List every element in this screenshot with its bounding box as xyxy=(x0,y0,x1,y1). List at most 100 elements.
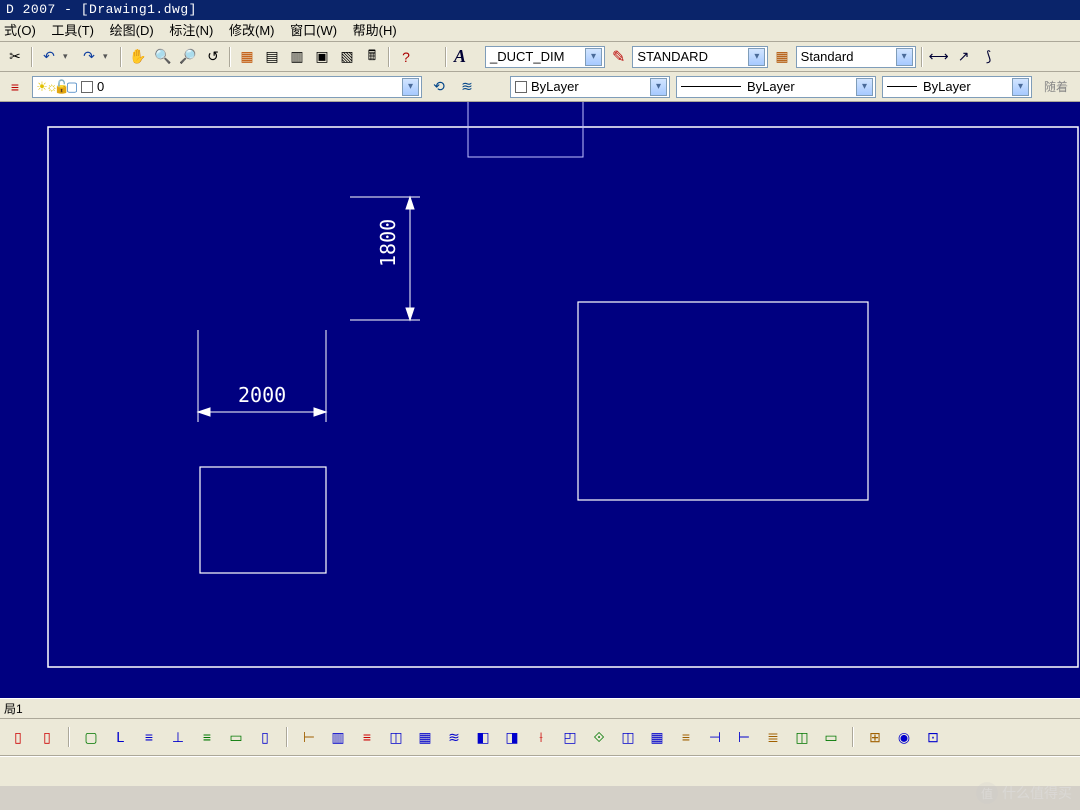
menu-bar: 式(O) 工具(T) 绘图(D) 标注(N) 修改(M) 窗口(W) 帮助(H) xyxy=(0,20,1080,42)
dim-linear-icon[interactable]: ⟷ xyxy=(928,46,950,68)
tool-palette-icon[interactable]: ▥ xyxy=(286,46,308,68)
hvac-icon-14[interactable]: ▦ xyxy=(415,727,435,747)
menu-format[interactable]: 式(O) xyxy=(4,23,36,38)
linetype-sample xyxy=(681,86,741,87)
separator xyxy=(388,47,390,67)
chevron-down-icon[interactable]: ▾ xyxy=(748,48,765,66)
chevron-down-icon[interactable]: ▾ xyxy=(856,78,873,96)
chevron-down-icon[interactable]: ▾ xyxy=(896,48,913,66)
cut-icon[interactable]: ✂ xyxy=(4,46,26,68)
linetype-combo[interactable]: ByLayer ▾ xyxy=(676,76,876,98)
dimension-vertical-text: 1800 xyxy=(376,219,400,267)
hvac-icon-1[interactable]: ▯ xyxy=(8,727,28,747)
separator xyxy=(921,47,923,67)
zoom-realtime-icon[interactable]: 🔍 xyxy=(152,46,174,68)
hvac-icon-30[interactable]: ◉ xyxy=(894,727,914,747)
hvac-icon-22[interactable]: ▦ xyxy=(647,727,667,747)
undo-dropdown-icon[interactable]: ▾ xyxy=(63,51,75,62)
plotstyle-label: 随着 xyxy=(1038,78,1074,95)
layer-combo[interactable]: ☀ ☼ 🔓 ▢ 0 ▾ xyxy=(32,76,422,98)
redo-icon[interactable]: ↷ xyxy=(78,46,100,68)
tablestyle-icon[interactable]: ▦ xyxy=(775,48,788,65)
chevron-down-icon[interactable]: ▾ xyxy=(402,78,419,96)
hvac-icon-15[interactable]: ≋ xyxy=(444,727,464,747)
dimstyle-combo[interactable]: _DUCT_DIM ▾ xyxy=(485,46,605,68)
hvac-icon-20[interactable]: ⟐ xyxy=(589,727,609,747)
dim-aligned-icon[interactable]: ↗ xyxy=(953,46,975,68)
standard-toolbar: ✂ ↶ ▾ ↷ ▾ ✋ 🔍 🔎 ↺ ▦ ▤ ▥ ▣ ▧ 🖩 ? A⃗ _DUCT… xyxy=(0,42,1080,72)
sheet-set-icon[interactable]: ▣ xyxy=(311,46,333,68)
drawing-canvas[interactable]: 1800 2000 xyxy=(0,102,1080,698)
redo-dropdown-icon[interactable]: ▾ xyxy=(103,51,115,62)
lineweight-value: ByLayer xyxy=(923,79,971,94)
separator xyxy=(229,47,231,67)
hvac-icon-8[interactable]: ▭ xyxy=(226,727,246,747)
hvac-icon-21[interactable]: ◫ xyxy=(618,727,638,747)
pan-icon[interactable]: ✋ xyxy=(127,46,149,68)
undo-icon[interactable]: ↶ xyxy=(38,46,60,68)
layer-name: 0 xyxy=(97,79,104,94)
hvac-icon-9[interactable]: ▯ xyxy=(255,727,275,747)
textstyle-icon[interactable]: ✎ xyxy=(612,47,625,67)
hvac-icon-13[interactable]: ◫ xyxy=(386,727,406,747)
color-swatch xyxy=(515,81,527,93)
dimstyle-value: _DUCT_DIM xyxy=(490,49,564,64)
hvac-icon-29[interactable]: ⊞ xyxy=(865,727,885,747)
chevron-down-icon[interactable]: ▾ xyxy=(650,78,667,96)
layers-toolbar: ≡ ☀ ☼ 🔓 ▢ 0 ▾ ⟲ ≋ ByLayer ▾ ByLayer ▾ By… xyxy=(0,72,1080,102)
hvac-icon-27[interactable]: ◫ xyxy=(792,727,812,747)
hvac-icon-23[interactable]: ≡ xyxy=(676,727,696,747)
color-combo[interactable]: ByLayer ▾ xyxy=(510,76,670,98)
help-icon[interactable]: ? xyxy=(395,46,417,68)
plot-icon: ▢ xyxy=(67,82,77,92)
layer-manager-icon[interactable]: ≡ xyxy=(4,76,26,98)
menu-dimension[interactable]: 标注(N) xyxy=(169,23,213,38)
hvac-icon-4[interactable]: 𝖫 xyxy=(110,727,130,747)
layer-previous-icon[interactable]: ⟲ xyxy=(428,76,450,98)
hvac-icon-18[interactable]: ⟊ xyxy=(531,727,551,747)
hvac-icon-25[interactable]: ⊢ xyxy=(734,727,754,747)
watermark: 值 什么值得买 xyxy=(976,782,1072,804)
hvac-icon-31[interactable]: ⊡ xyxy=(923,727,943,747)
textstyle-value: STANDARD xyxy=(637,49,708,64)
lineweight-combo[interactable]: ByLayer ▾ xyxy=(882,76,1032,98)
hvac-icon-6[interactable]: ⊥ xyxy=(168,727,188,747)
title-bar: D 2007 - [Drawing1.dwg] xyxy=(0,0,1080,20)
menu-help[interactable]: 帮助(H) xyxy=(353,23,397,38)
properties-icon[interactable]: ▦ xyxy=(236,46,258,68)
hvac-icon-26[interactable]: ≣ xyxy=(763,727,783,747)
hvac-icon-7[interactable]: ≡ xyxy=(197,727,217,747)
menu-modify[interactable]: 修改(M) xyxy=(229,23,275,38)
drawing-svg: 1800 2000 xyxy=(0,102,1080,698)
dimstyle-icon[interactable]: A⃗ xyxy=(454,46,480,67)
design-center-icon[interactable]: ▤ xyxy=(261,46,283,68)
tablestyle-combo[interactable]: Standard ▾ xyxy=(796,46,916,68)
menu-draw[interactable]: 绘图(D) xyxy=(110,23,154,38)
hvac-icon-5[interactable]: ≡ xyxy=(139,727,159,747)
hvac-icon-19[interactable]: ◰ xyxy=(560,727,580,747)
hvac-icon-10[interactable]: ⊢ xyxy=(299,727,319,747)
zoom-previous-icon[interactable]: ↺ xyxy=(202,46,224,68)
hvac-icon-28[interactable]: ▭ xyxy=(821,727,841,747)
quickcalc-icon[interactable]: 🖩 xyxy=(361,46,383,68)
markup-icon[interactable]: ▧ xyxy=(336,46,358,68)
hvac-icon-3[interactable]: ▢ xyxy=(81,727,101,747)
chevron-down-icon[interactable]: ▾ xyxy=(585,48,602,66)
hvac-icon-12[interactable]: ≡ xyxy=(357,727,377,747)
dimension-horizontal xyxy=(198,330,326,422)
layout-tab[interactable]: 局1 xyxy=(4,702,23,716)
hvac-icon-16[interactable]: ◧ xyxy=(473,727,493,747)
textstyle-combo[interactable]: STANDARD ▾ xyxy=(632,46,768,68)
hvac-icon-11[interactable]: ▥ xyxy=(328,727,348,747)
hvac-icon-24[interactable]: ⊣ xyxy=(705,727,725,747)
hvac-icon-17[interactable]: ◨ xyxy=(502,727,522,747)
bottom-toolbar: ▯ ▯ ▢ 𝖫 ≡ ⊥ ≡ ▭ ▯ ⊢ ▥ ≡ ◫ ▦ ≋ ◧ ◨ ⟊ ◰ ⟐ … xyxy=(0,718,1080,756)
hvac-icon-2[interactable]: ▯ xyxy=(37,727,57,747)
menu-tools[interactable]: 工具(T) xyxy=(51,23,94,38)
zoom-window-icon[interactable]: 🔎 xyxy=(177,46,199,68)
chevron-down-icon[interactable]: ▾ xyxy=(1012,78,1029,96)
layer-states-icon[interactable]: ≋ xyxy=(456,76,478,98)
linetype-value: ByLayer xyxy=(747,79,795,94)
dim-arc-icon[interactable]: ⟆ xyxy=(978,46,1000,68)
menu-window[interactable]: 窗口(W) xyxy=(290,23,337,38)
